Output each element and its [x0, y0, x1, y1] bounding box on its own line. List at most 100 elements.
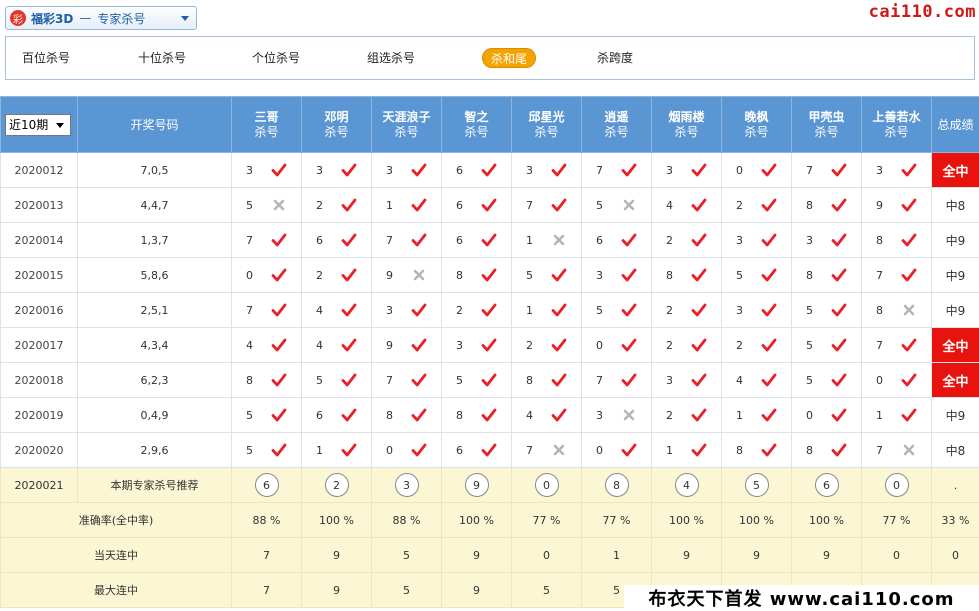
kill-cell-content: 3 [862, 162, 931, 178]
kill-cell-content: 5 [792, 337, 861, 353]
check-icon [411, 198, 427, 212]
kill-cell-content: 5 [512, 267, 581, 283]
expert-sub-label: 杀号 [324, 124, 349, 139]
kill-number: 3 [596, 268, 603, 282]
expert-header: 邱星光 杀号 [511, 96, 582, 153]
expert-name[interactable]: 烟雨楼 [652, 110, 721, 125]
recommend-ball: 0 [534, 473, 559, 497]
kill-number: 3 [456, 338, 463, 352]
kill-number: 8 [876, 303, 883, 317]
kill-cell: 6 [441, 187, 512, 223]
check-icon [411, 443, 427, 457]
summary-value: 0 [511, 537, 582, 573]
kill-number: 7 [596, 163, 603, 177]
kill-cell-content: 3 [582, 267, 651, 283]
check-icon [901, 268, 917, 282]
expert-name[interactable]: 邱星光 [512, 110, 581, 125]
tab-hundreds-kill[interactable]: 百位杀号 [14, 48, 78, 68]
check-icon [481, 338, 497, 352]
expert-name[interactable]: 甲壳虫 [792, 110, 861, 125]
kill-cell-content: 7 [862, 442, 931, 458]
recommend-cell: 2 [301, 467, 372, 503]
kill-cell-content: 4 [302, 337, 371, 353]
kill-number: 8 [456, 268, 463, 282]
check-icon [411, 408, 427, 422]
cross-icon [553, 444, 565, 456]
tab-group-kill[interactable]: 组选杀号 [359, 48, 423, 68]
tab-tens-kill[interactable]: 十位杀号 [130, 48, 194, 68]
check-icon [551, 268, 567, 282]
kill-cell-content: 3 [372, 302, 441, 318]
kill-number: 7 [246, 303, 253, 317]
expert-name[interactable]: 上善若水 [862, 110, 931, 125]
kill-number: 2 [666, 303, 673, 317]
expert-name[interactable]: 逍遥 [582, 110, 651, 125]
kill-cell-content: 3 [512, 162, 581, 178]
cross-icon [623, 409, 635, 421]
expert-header: 邓明 杀号 [301, 96, 372, 153]
check-icon [411, 303, 427, 317]
expert-name[interactable]: 邓明 [302, 110, 371, 125]
check-icon [621, 233, 637, 247]
kill-number: 7 [596, 373, 603, 387]
site-watermark-top: cai110.com [868, 2, 976, 22]
kill-cell: 2 [441, 292, 512, 328]
kill-cell-content: 2 [302, 197, 371, 213]
kill-cell-content: 8 [232, 372, 301, 388]
kill-number: 3 [736, 233, 743, 247]
summary-value: 1 [581, 537, 652, 573]
summary-value: 77 % [581, 502, 652, 538]
tab-span-kill[interactable]: 杀跨度 [589, 48, 641, 68]
kill-cell: 1 [721, 397, 792, 433]
tab-units-kill[interactable]: 个位杀号 [244, 48, 308, 68]
kill-cell-content: 1 [652, 442, 721, 458]
recommend-ball: 5 [744, 473, 769, 497]
check-icon [271, 268, 287, 282]
check-icon [761, 198, 777, 212]
kill-cell-content: 1 [512, 232, 581, 248]
check-icon [901, 408, 917, 422]
recommend-ball: 8 [604, 473, 629, 497]
lottery-type-dropdown[interactable]: 彩 福彩3D — 专家杀号 [5, 6, 197, 30]
kill-cell: 2 [651, 292, 722, 328]
kill-cell: 7 [581, 362, 652, 398]
summary-label: 当天连中 [0, 537, 232, 573]
issue-number: 2020013 [0, 187, 78, 223]
cross-icon [903, 444, 915, 456]
period-select[interactable]: 近10期 [5, 113, 71, 136]
check-icon [481, 303, 497, 317]
kill-cell-content: 1 [862, 407, 931, 423]
kill-cell-content: 5 [792, 372, 861, 388]
tab-sum-tail-kill[interactable]: 杀和尾 [482, 48, 537, 68]
summary-total: 0 [931, 537, 979, 573]
check-icon [901, 233, 917, 247]
kill-number: 0 [386, 443, 393, 457]
kill-cell: 6 [441, 152, 512, 188]
expert-name[interactable]: 晚枫 [722, 110, 791, 125]
expert-name[interactable]: 智之 [442, 110, 511, 125]
summary-value: 100 % [791, 502, 862, 538]
summary-value: 9 [791, 537, 862, 573]
kill-number: 2 [316, 198, 323, 212]
summary-label: 准确率(全中率) [0, 502, 232, 538]
kill-cell-content: 2 [652, 232, 721, 248]
kill-cell: 1 [861, 397, 932, 433]
expert-name[interactable]: 三哥 [232, 110, 301, 125]
kill-number: 5 [806, 373, 813, 387]
kill-cell-content: 0 [582, 337, 651, 353]
expert-sub-label: 杀号 [394, 124, 419, 139]
kill-number: 8 [736, 443, 743, 457]
check-icon [901, 198, 917, 212]
kill-cell: 7 [511, 432, 582, 468]
kill-cell-content: 8 [442, 407, 511, 423]
issue-number: 2020016 [0, 292, 78, 328]
kill-cell: 3 [301, 152, 372, 188]
kill-cell-content: 2 [512, 337, 581, 353]
kill-cell: 2 [301, 257, 372, 293]
expert-name[interactable]: 天涯浪子 [372, 110, 441, 125]
kill-cell-content: 0 [722, 162, 791, 178]
kill-cell: 8 [231, 362, 302, 398]
check-icon [551, 338, 567, 352]
kill-cell: 0 [371, 432, 442, 468]
summary-value: 7 [231, 572, 302, 608]
